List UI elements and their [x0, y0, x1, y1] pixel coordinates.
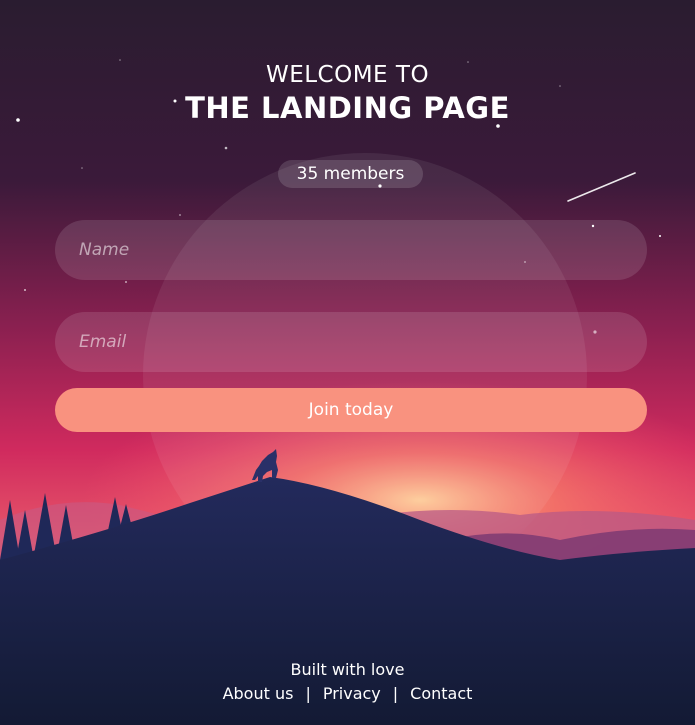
footer-separator: |: [305, 684, 311, 703]
join-button[interactable]: Join today: [55, 388, 647, 432]
contact-link[interactable]: Contact: [410, 684, 472, 703]
about-link[interactable]: About us: [223, 684, 294, 703]
welcome-text: WELCOME TO: [265, 62, 430, 88]
members-badge: 35 members: [278, 160, 423, 188]
built-with-love-text: Built with love: [290, 660, 405, 679]
footer-links: About us | Privacy | Contact: [0, 684, 695, 703]
privacy-link[interactable]: Privacy: [323, 684, 381, 703]
email-input[interactable]: [55, 312, 647, 372]
footer-separator: |: [392, 684, 399, 703]
page-title: THE LANDING PAGE: [185, 91, 510, 125]
name-input[interactable]: [55, 220, 647, 280]
